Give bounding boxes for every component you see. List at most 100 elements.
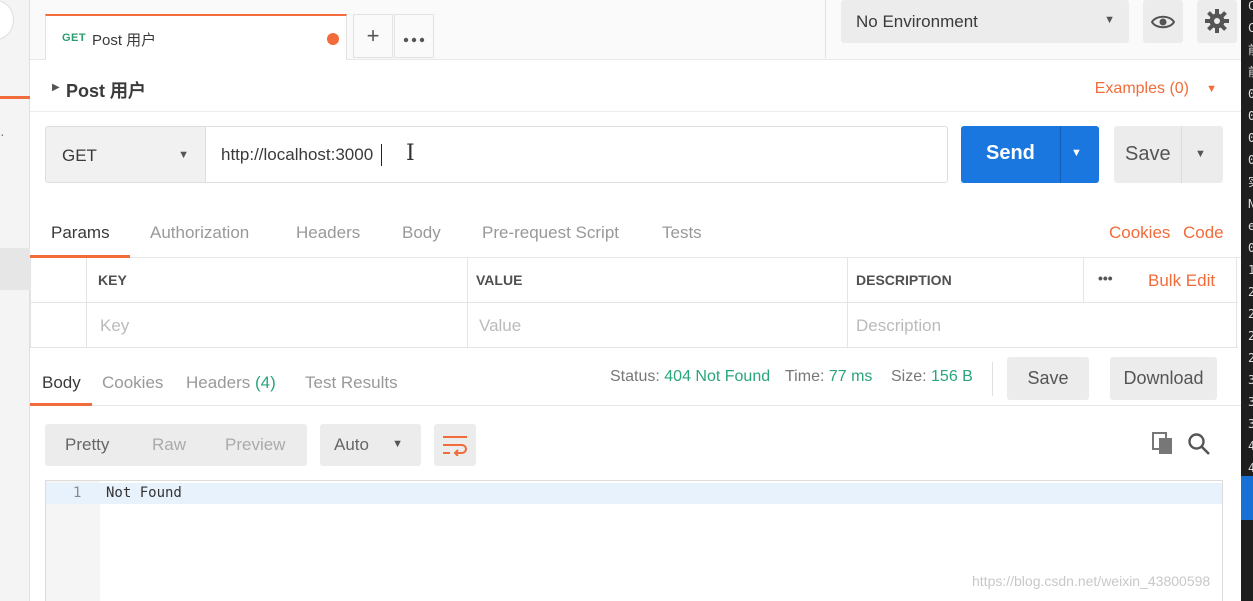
terminal-char: 0 [1248, 109, 1253, 123]
request-tab-name: Post 用户 [92, 32, 157, 49]
request-tab[interactable]: GET Post 用户 [45, 14, 347, 60]
wrap-icon [443, 436, 467, 457]
value-header: VALUE [476, 272, 523, 288]
table-row: Key Value Description [31, 303, 1238, 348]
left-sidebar: · [0, 0, 30, 601]
terminal-marker [1241, 476, 1253, 520]
time-label: Time: [785, 368, 825, 385]
tab-options-button[interactable] [394, 14, 434, 58]
tab-response-headers[interactable]: Headers (4) [186, 373, 276, 393]
tab-response-body[interactable]: Body [42, 373, 81, 393]
chevron-down-icon[interactable]: ▼ [1071, 147, 1082, 159]
format-select[interactable]: Auto ▼ [320, 424, 421, 466]
chevron-down-icon: ▼ [1104, 14, 1115, 26]
request-name-row: ▶ Post 用户 Examples (0) ▼ [30, 60, 1241, 112]
terminal-char: 0 [1248, 153, 1253, 167]
terminal-char: 实 [1248, 176, 1253, 188]
sidebar-tick: · [0, 126, 5, 142]
save-response-button[interactable]: Save [1007, 357, 1089, 400]
terminal-char: 前 [1248, 44, 1253, 56]
download-button[interactable]: Download [1110, 357, 1217, 400]
copy-icon[interactable] [1152, 432, 1174, 461]
code-link[interactable]: Code [1183, 223, 1224, 243]
description-placeholder: Description [856, 316, 942, 335]
status-readout: Status: 404 Not Found [610, 368, 770, 386]
value-placeholder: Value [479, 316, 522, 335]
watermark: https://blog.csdn.net/weixin_43800598 [972, 573, 1211, 589]
bulk-edit-link[interactable]: Bulk Edit [1148, 271, 1215, 291]
eye-icon [1150, 15, 1176, 29]
status-value: 404 Not Found [664, 368, 771, 385]
key-header: KEY [98, 272, 127, 288]
sidebar-circle [0, 0, 14, 40]
sidebar-active-indicator [0, 96, 30, 99]
request-section-tabs: Params Authorization Headers Body Pre-re… [30, 212, 1241, 258]
size-label: Size: [891, 368, 927, 385]
table-header-cell: KEY [86, 258, 467, 303]
save-label: Save [1125, 143, 1171, 165]
table-header-cell: VALUE [467, 258, 847, 303]
send-label: Send [986, 142, 1035, 164]
chevron-down-icon[interactable]: ▼ [1195, 148, 1206, 160]
caret-right-icon[interactable]: ▶ [52, 82, 60, 93]
raw-mode[interactable]: Raw [152, 435, 186, 455]
tab-test-results[interactable]: Test Results [305, 373, 398, 393]
terminal-char: 3 [1248, 417, 1253, 431]
unsaved-dot-icon [327, 33, 339, 45]
terminal-char: 前 [1248, 66, 1253, 78]
key-placeholder: Key [100, 316, 130, 335]
tab-headers[interactable]: Headers [296, 223, 360, 243]
tab-body[interactable]: Body [402, 223, 441, 243]
more-options-icon[interactable]: ••• [1098, 270, 1113, 286]
environment-select[interactable]: No Environment ▼ [841, 0, 1129, 43]
tab-tests[interactable]: Tests [662, 223, 702, 243]
tab-response-cookies[interactable]: Cookies [102, 373, 163, 393]
headers-count: (4) [255, 373, 276, 392]
line-number: 1 [73, 485, 82, 501]
size-value: 156 B [931, 368, 973, 385]
format-label: Auto [334, 435, 369, 454]
terminal-char: 3 [1248, 395, 1253, 409]
preview-mode[interactable]: Preview [225, 435, 285, 455]
tab-pre-request-script[interactable]: Pre-request Script [482, 223, 619, 243]
table-header-row: KEY VALUE DESCRIPTION ••• Bulk Edit [31, 258, 1238, 303]
value-input[interactable]: Value [467, 303, 847, 348]
terminal-char: 0 [1248, 87, 1253, 101]
divider [992, 362, 993, 396]
cookies-link[interactable]: Cookies [1109, 223, 1170, 243]
request-tabs-bar: GET Post 用户 + No Environment ▼ [30, 0, 1241, 60]
send-button[interactable]: Send ▼ [961, 126, 1099, 183]
tab-params[interactable]: Params [51, 223, 110, 243]
terminal-char: 3 [1248, 373, 1253, 387]
tab-authorization[interactable]: Authorization [150, 223, 249, 243]
more-icon [403, 37, 425, 43]
response-bar: Body Cookies Headers (4) Test Results St… [30, 348, 1241, 406]
method-select[interactable]: GET ▼ [45, 126, 205, 183]
view-mode-segmented: Pretty Raw Preview [45, 424, 307, 466]
terminal-char: 2 [1248, 285, 1253, 299]
divider [1181, 126, 1182, 183]
headers-label: Headers [186, 373, 251, 392]
table-header-cell: DESCRIPTION [847, 258, 1083, 303]
search-icon[interactable] [1187, 432, 1211, 461]
chevron-down-icon: ▼ [178, 149, 189, 161]
chevron-down-icon[interactable]: ▼ [1206, 83, 1217, 95]
terminal-char: 2 [1248, 329, 1253, 343]
pretty-mode[interactable]: Pretty [65, 435, 109, 455]
new-tab-button[interactable]: + [353, 14, 393, 58]
url-input[interactable]: http://localhost:3000 I [205, 126, 948, 183]
wrap-lines-button[interactable] [434, 424, 476, 466]
terminal-char: e [1248, 219, 1253, 233]
save-button[interactable]: Save ▼ [1114, 126, 1223, 183]
examples-link[interactable]: Examples (0) [1095, 80, 1189, 98]
sidebar-selected-item[interactable] [0, 248, 30, 290]
terminal-strip: CC前前0000实Ne01222233344 [1241, 0, 1253, 601]
method-label: GET [62, 146, 97, 165]
description-input[interactable]: Description [847, 303, 1238, 348]
settings-button[interactable] [1197, 0, 1237, 43]
key-input[interactable]: Key [86, 303, 467, 348]
environment-quick-look-button[interactable] [1143, 0, 1183, 43]
active-tab-underline [30, 403, 92, 406]
request-tab-method: GET [62, 32, 87, 44]
request-title[interactable]: Post 用户 [66, 77, 146, 103]
